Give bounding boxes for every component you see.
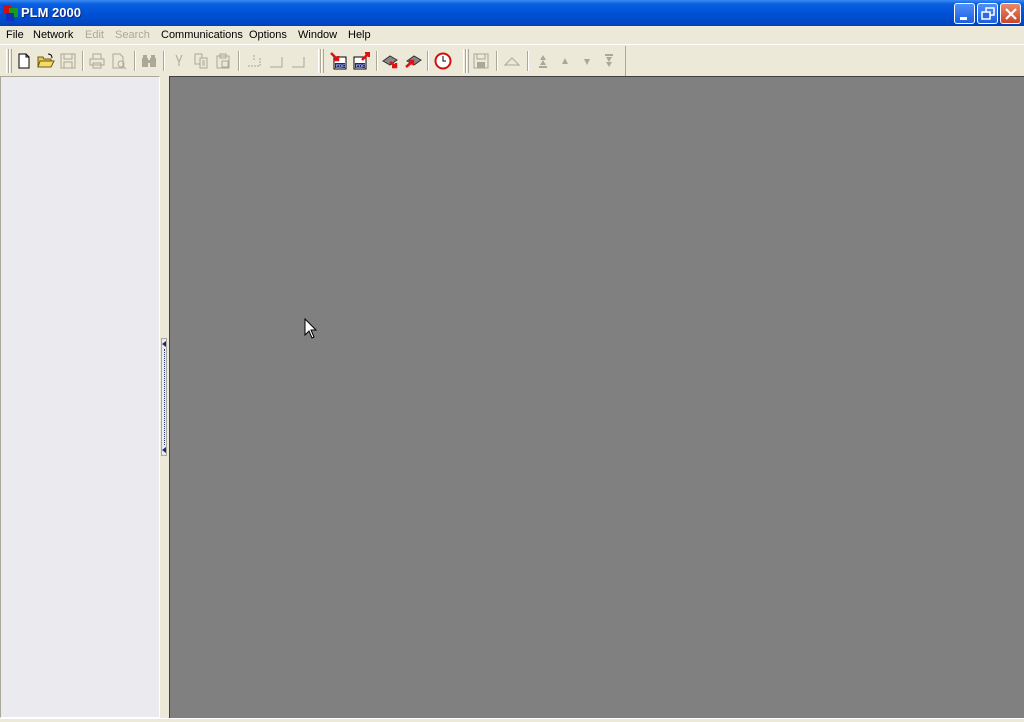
toolbar-separator <box>496 51 498 71</box>
move-up-icon <box>562 58 568 64</box>
toolbar-separator <box>163 51 165 71</box>
mdi-workspace[interactable] <box>169 76 1024 718</box>
export-edf-button[interactable]: EDF <box>352 52 370 70</box>
move-bottom-button[interactable] <box>600 52 618 70</box>
export-edf-icon: EDF <box>353 52 370 70</box>
menu-communications[interactable]: Communications <box>161 29 243 41</box>
collapse-icon <box>503 57 521 66</box>
svg-text:EDF: EDF <box>336 64 345 69</box>
import-edf-icon: EDF <box>330 52 347 70</box>
collapse-button[interactable] <box>503 52 521 70</box>
minimize-icon <box>960 17 967 20</box>
network-tree-panel[interactable] <box>0 76 160 718</box>
align-left-icon <box>270 57 283 68</box>
print-preview-icon <box>112 53 127 70</box>
restore-button[interactable] <box>977 3 998 24</box>
menu-window[interactable]: Window <box>298 29 337 41</box>
menu-edit[interactable]: Edit <box>85 29 104 41</box>
open-folder-icon <box>37 53 55 68</box>
clock-button[interactable] <box>434 52 452 70</box>
print-icon <box>89 53 105 69</box>
menu-options[interactable]: Options <box>249 29 287 41</box>
move-down-icon <box>584 59 590 65</box>
minimize-button[interactable] <box>954 3 975 24</box>
open-button[interactable] <box>37 52 55 70</box>
move-down-button[interactable] <box>578 52 596 70</box>
toolbar-separator <box>82 51 84 71</box>
paste-button[interactable] <box>214 52 232 70</box>
splitter-grip-dots <box>164 349 165 445</box>
toolbar-separator <box>238 51 240 71</box>
plm-app-icon <box>3 5 18 21</box>
cut-icon <box>175 54 183 66</box>
splitter-collapse-handle[interactable] <box>161 338 167 456</box>
menu-network[interactable]: Network <box>33 29 73 41</box>
print-preview-button[interactable] <box>110 52 128 70</box>
print-button[interactable] <box>88 52 106 70</box>
title-bar[interactable]: PLM 2000 <box>0 0 1024 26</box>
download-device-icon <box>382 55 398 69</box>
restore-icon <box>981 7 995 20</box>
find-binoculars-icon <box>142 55 156 67</box>
app-window: PLM 2000 File Network Edit Search Commun… <box>0 0 1024 722</box>
menu-search[interactable]: Search <box>115 29 150 41</box>
copy-icon <box>194 53 208 69</box>
save-button[interactable] <box>59 52 77 70</box>
toolbar-separator <box>376 51 378 71</box>
upload-device-icon <box>405 55 422 68</box>
align-right-button[interactable] <box>289 52 307 70</box>
toolbar-separator <box>527 51 529 71</box>
new-button[interactable] <box>15 52 33 70</box>
move-top-button[interactable] <box>534 52 552 70</box>
menu-bar: File Network Edit Search Communications … <box>0 26 1024 45</box>
toolbar-grip[interactable] <box>321 49 324 73</box>
find-button[interactable] <box>140 52 158 70</box>
move-bottom-icon <box>605 54 613 67</box>
toolbar-grip[interactable] <box>466 49 469 73</box>
save-icon <box>60 53 76 69</box>
menu-help[interactable]: Help <box>348 29 371 41</box>
status-bar <box>0 718 1024 722</box>
chevron-left-icon <box>162 341 166 347</box>
align-left-button[interactable] <box>267 52 285 70</box>
panel-splitter[interactable] <box>160 76 169 718</box>
close-button[interactable] <box>1000 3 1021 24</box>
toolbar: EDF EDF <box>0 46 626 76</box>
cut-button[interactable] <box>170 52 188 70</box>
clock-icon <box>434 52 452 70</box>
save-disk-button[interactable] <box>472 52 490 70</box>
toolbar-separator <box>134 51 136 71</box>
new-document-icon <box>18 53 30 69</box>
toolbar-grip[interactable] <box>9 49 12 73</box>
chevron-left-icon <box>162 447 166 453</box>
close-icon <box>1005 8 1017 20</box>
import-edf-button[interactable]: EDF <box>330 52 348 70</box>
insert-icon <box>248 55 261 67</box>
copy-button[interactable] <box>192 52 210 70</box>
move-top-icon <box>539 55 547 68</box>
svg-text:EDF: EDF <box>356 64 365 69</box>
align-right-icon <box>292 57 305 68</box>
menu-file[interactable]: File <box>6 29 24 41</box>
window-title: PLM 2000 <box>21 5 81 20</box>
download-device-button[interactable] <box>382 52 400 70</box>
save-disk-icon <box>473 53 489 69</box>
upload-device-button[interactable] <box>404 52 422 70</box>
paste-icon <box>216 53 230 69</box>
toolbar-separator <box>427 51 429 71</box>
insert-button[interactable] <box>245 52 263 70</box>
mouse-cursor-icon <box>304 318 318 339</box>
move-up-button[interactable] <box>556 52 574 70</box>
